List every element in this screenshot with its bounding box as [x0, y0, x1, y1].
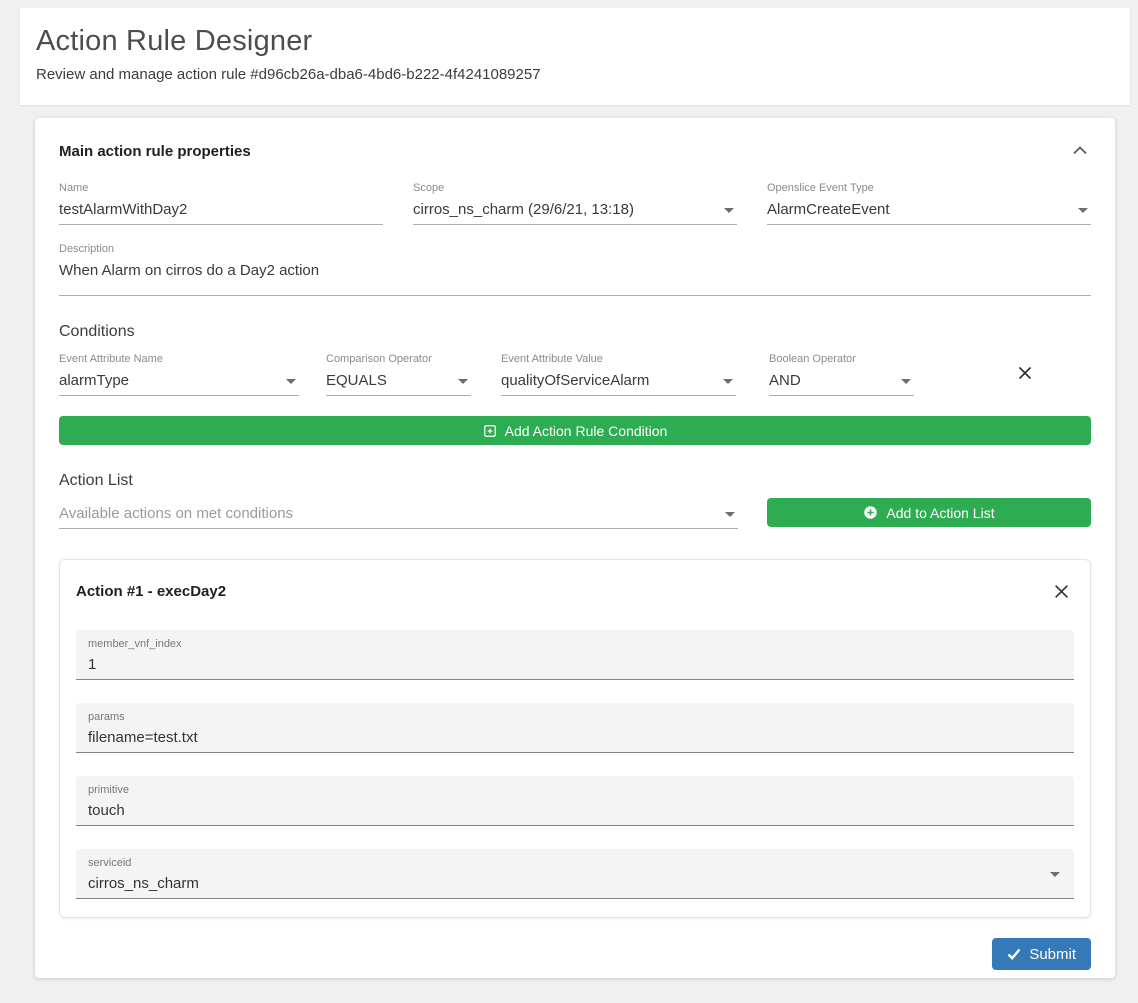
remove-action-button[interactable]	[1049, 583, 1074, 600]
scope-value: cirros_ns_charm (29/6/21, 13:18)	[413, 201, 737, 218]
caret-down-icon	[286, 379, 296, 384]
conditions-title: Conditions	[59, 322, 1091, 341]
member-vnf-index-value: 1	[88, 656, 1062, 673]
event-type-value: AlarmCreateEvent	[767, 201, 1091, 218]
name-value: testAlarmWithDay2	[59, 201, 383, 218]
scope-label: Scope	[413, 182, 737, 195]
page-header: Action Rule Designer Review and manage a…	[20, 8, 1130, 105]
event-type-select[interactable]: Openslice Event Type AlarmCreateEvent	[767, 182, 1091, 225]
boolean-operator-label: Boolean Operator	[769, 353, 914, 366]
add-box-icon	[483, 424, 497, 438]
event-type-label: Openslice Event Type	[767, 182, 1091, 195]
serviceid-select[interactable]: serviceid cirros_ns_charm	[76, 849, 1074, 899]
action-card-header: Action #1 - execDay2	[76, 582, 1074, 600]
submit-row: Submit	[59, 938, 1091, 970]
params-label: params	[88, 711, 1062, 724]
scope-select[interactable]: Scope cirros_ns_charm (29/6/21, 13:18)	[413, 182, 737, 225]
add-condition-button-label: Add Action Rule Condition	[505, 423, 668, 439]
add-to-action-list-button[interactable]: Add to Action List	[767, 498, 1091, 527]
event-attribute-name-select[interactable]: Event Attribute Name alarmType	[59, 353, 299, 396]
properties-row: Name testAlarmWithDay2 Scope cirros_ns_c…	[59, 182, 1091, 225]
event-attribute-name-label: Event Attribute Name	[59, 353, 299, 366]
main-properties-header: Main action rule properties	[59, 142, 1091, 160]
comparison-operator-value: EQUALS	[326, 372, 471, 389]
action-list-controls: Available actions on met conditions Add …	[59, 498, 1091, 529]
boolean-operator-select[interactable]: Boolean Operator AND	[769, 353, 914, 396]
page-subtitle: Review and manage action rule #d96cb26a-…	[36, 66, 1114, 83]
available-actions-placeholder: Available actions on met conditions	[59, 505, 738, 522]
caret-down-icon	[458, 379, 468, 384]
params-value: filename=test.txt	[88, 729, 1062, 746]
description-input[interactable]: Description When Alarm on cirros do a Da…	[59, 243, 1091, 296]
action-card: Action #1 - execDay2 member_vnf_index 1 …	[59, 559, 1091, 918]
description-value: When Alarm on cirros do a Day2 action	[59, 262, 1091, 279]
member-vnf-index-input[interactable]: member_vnf_index 1	[76, 630, 1074, 680]
caret-down-icon	[724, 208, 734, 213]
close-icon	[1017, 365, 1033, 381]
available-actions-select[interactable]: Available actions on met conditions	[59, 499, 738, 529]
name-label: Name	[59, 182, 383, 195]
caret-down-icon	[1078, 208, 1088, 213]
chevron-up-icon	[1073, 146, 1087, 155]
serviceid-value: cirros_ns_charm	[88, 875, 1062, 892]
action-list-title: Action List	[59, 471, 1091, 490]
action-title: Action #1 - execDay2	[76, 583, 226, 600]
collapse-panel-button[interactable]	[1069, 140, 1091, 162]
description-label: Description	[59, 243, 1091, 256]
caret-down-icon	[723, 379, 733, 384]
event-attribute-value-value: qualityOfServiceAlarm	[501, 372, 736, 389]
event-attribute-value-select[interactable]: Event Attribute Value qualityOfServiceAl…	[501, 353, 736, 396]
add-condition-button[interactable]: Add Action Rule Condition	[59, 416, 1091, 445]
add-circle-icon	[863, 505, 878, 520]
comparison-operator-select[interactable]: Comparison Operator EQUALS	[326, 353, 471, 396]
primitive-input[interactable]: primitive touch	[76, 776, 1074, 826]
add-to-action-list-button-label: Add to Action List	[886, 505, 994, 521]
boolean-operator-value: AND	[769, 372, 914, 389]
name-input[interactable]: Name testAlarmWithDay2	[59, 182, 383, 225]
action-rule-form-card: Main action rule properties Name testAla…	[35, 118, 1115, 978]
submit-button[interactable]: Submit	[992, 938, 1091, 970]
params-input[interactable]: params filename=test.txt	[76, 703, 1074, 753]
member-vnf-index-label: member_vnf_index	[88, 638, 1062, 651]
condition-row: Event Attribute Name alarmType Compariso…	[59, 353, 1091, 396]
comparison-operator-label: Comparison Operator	[326, 353, 471, 366]
serviceid-label: serviceid	[88, 857, 1062, 870]
event-attribute-value-label: Event Attribute Value	[501, 353, 736, 366]
main-properties-title: Main action rule properties	[59, 143, 251, 160]
submit-button-label: Submit	[1029, 946, 1076, 963]
close-icon	[1053, 583, 1070, 600]
check-icon	[1007, 948, 1021, 960]
caret-down-icon	[901, 379, 911, 384]
primitive-label: primitive	[88, 784, 1062, 797]
remove-condition-button[interactable]	[1017, 365, 1033, 381]
primitive-value: touch	[88, 802, 1062, 819]
page-title: Action Rule Designer	[36, 25, 1114, 58]
caret-down-icon	[725, 512, 735, 517]
caret-down-icon	[1050, 872, 1060, 877]
event-attribute-name-value: alarmType	[59, 372, 299, 389]
